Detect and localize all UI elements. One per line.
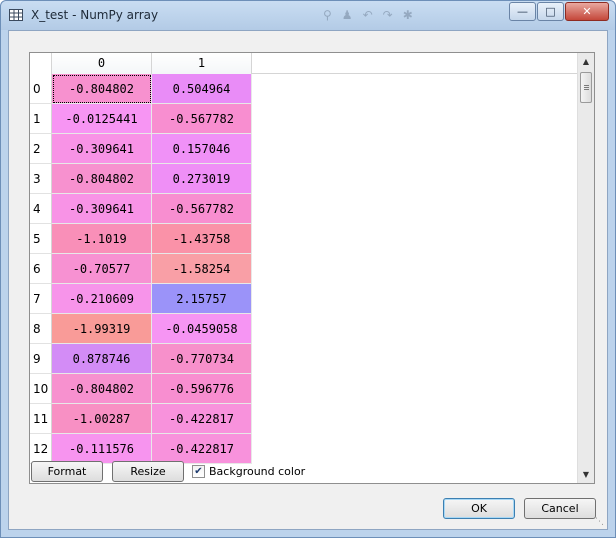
background-color-checkbox[interactable]: ✔ [192,464,205,478]
format-button[interactable]: Format [31,461,103,482]
checkmark-icon: ✔ [194,465,203,477]
table-cell[interactable]: -0.309641 [52,134,152,164]
background-color-label: Background color [209,464,306,478]
thumb-grip [584,85,589,86]
ok-button[interactable]: OK [443,498,515,519]
table-cell[interactable]: -0.422817 [152,434,252,464]
thumb-grip [584,89,589,90]
table-cell[interactable]: 2.15757 [152,284,252,314]
row-header[interactable]: 0 [30,74,52,104]
title-bar[interactable]: X_test - NumPy array ⚲ ♟ ↶ ↷ ✱ — □ ✕ [1,1,615,30]
column-header-1[interactable]: 1 [152,53,252,74]
table-cell[interactable]: -1.99319 [52,314,152,344]
table-cell[interactable]: -0.0459058 [152,314,252,344]
table-cell[interactable]: -0.70577 [52,254,152,284]
maximize-button[interactable]: □ [537,2,564,21]
scrollbar-thumb[interactable] [580,72,592,103]
table-grid-icon [9,9,23,21]
resize-button[interactable]: Resize [112,461,184,482]
table-cell[interactable]: -0.804802 [52,164,152,194]
table-cell[interactable]: -0.770734 [152,344,252,374]
background-toolbar: ⚲ ♟ ↶ ↷ ✱ [323,8,413,24]
row-header[interactable]: 10 [30,374,52,404]
numpy-array-editor-window: X_test - NumPy array ⚲ ♟ ↶ ↷ ✱ — □ ✕ 0 1… [0,0,616,538]
vertical-scrollbar[interactable]: ▲ ▼ [577,53,594,483]
table-cell[interactable]: -0.111576 [52,434,152,464]
column-header-row: 0 1 [30,53,578,74]
cancel-button[interactable]: Cancel [524,498,596,519]
row-header[interactable]: 3 [30,164,52,194]
minimize-button[interactable]: — [509,2,536,21]
table-cell[interactable]: -0.804802 [52,74,152,104]
row-header[interactable]: 5 [30,224,52,254]
row-header[interactable]: 4 [30,194,52,224]
row-header[interactable]: 2 [30,134,52,164]
window-title: X_test - NumPy array [31,8,159,22]
gear-icon: ✱ [402,8,413,22]
table-cell[interactable]: -1.00287 [52,404,152,434]
table-cell[interactable]: -0.596776 [152,374,252,404]
zoom-icon: ⚲ [323,8,332,22]
table-corner[interactable] [30,53,52,74]
thumb-grip [584,87,589,88]
redo-icon: ↷ [382,8,393,22]
array-table[interactable]: 0 1 0 -0.804802 0.504964 1 -0.0125441 -0.5677… [29,52,595,484]
row-header[interactable]: 7 [30,284,52,314]
table-cell[interactable]: 0.157046 [152,134,252,164]
scroll-down-arrow-icon[interactable]: ▼ [578,466,594,483]
row-header[interactable]: 8 [30,314,52,344]
row-header[interactable]: 11 [30,404,52,434]
table-cell[interactable]: -0.567782 [152,104,252,134]
table-cell[interactable]: -0.0125441 [52,104,152,134]
row-header[interactable]: 1 [30,104,52,134]
person-icon: ♟ [341,8,353,22]
undo-icon: ↶ [362,8,373,22]
table-cell[interactable]: 0.273019 [152,164,252,194]
table-cell[interactable]: -1.43758 [152,224,252,254]
background-color-option[interactable]: ✔ Background color [192,463,305,479]
dialog-client-area: 0 1 0 -0.804802 0.504964 1 -0.0125441 -0.5677… [8,30,608,530]
column-header-0[interactable]: 0 [52,53,152,74]
table-cell[interactable]: -0.422817 [152,404,252,434]
table-cell[interactable]: -0.309641 [52,194,152,224]
table-cell[interactable]: -0.804802 [52,374,152,404]
close-button[interactable]: ✕ [565,2,609,21]
row-header[interactable]: 6 [30,254,52,284]
table-cell[interactable]: -0.567782 [152,194,252,224]
table-cell[interactable]: 0.878746 [52,344,152,374]
resize-grip-icon[interactable]: ⋱ [595,517,605,527]
row-header[interactable]: 9 [30,344,52,374]
caption-buttons: — □ ✕ [509,2,609,21]
table-cell[interactable]: 0.504964 [152,74,252,104]
table-cell[interactable]: -1.1019 [52,224,152,254]
table-cell[interactable]: -0.210609 [52,284,152,314]
scroll-up-arrow-icon[interactable]: ▲ [578,53,594,70]
table-cell[interactable]: -1.58254 [152,254,252,284]
row-header[interactable]: 12 [30,434,52,464]
